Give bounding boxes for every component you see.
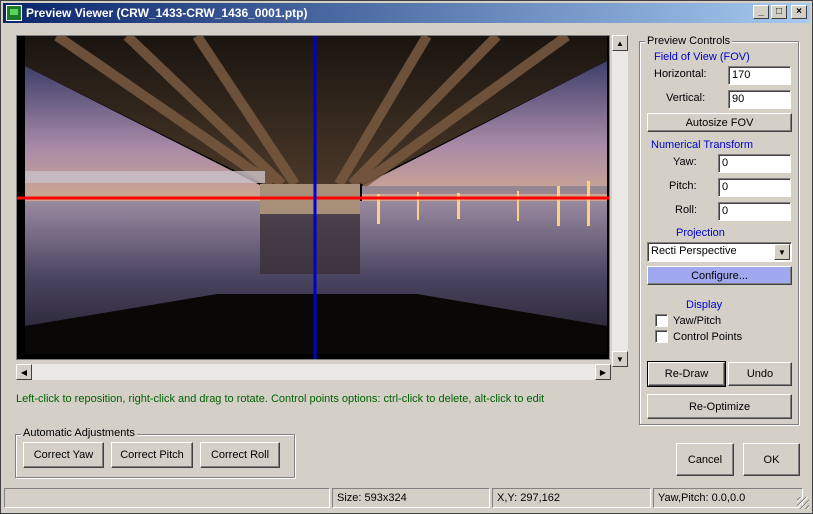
horizontal-label: Horizontal: (654, 68, 707, 80)
projection-select-value: Recti Perspective (651, 245, 737, 257)
projection-header: Projection (676, 227, 725, 239)
status-yawpitch: Yaw,Pitch: 0.0,0.0 (653, 488, 803, 508)
roll-input[interactable]: 0 (718, 202, 791, 221)
correct-roll-button[interactable]: Correct Roll (200, 442, 280, 468)
vertical-fov-input[interactable]: 90 (728, 90, 791, 109)
yawpitch-checkbox-label: Yaw/Pitch (673, 315, 722, 327)
control-points-checkbox-label: Control Points (673, 331, 743, 343)
ok-button[interactable]: OK (743, 443, 800, 476)
status-size: Size: 593x324 (332, 488, 490, 508)
maximize-button[interactable]: □ (771, 5, 787, 19)
numerical-transform-header: Numerical Transform (651, 139, 754, 151)
correct-yaw-button[interactable]: Correct Yaw (23, 442, 104, 468)
chevron-down-icon[interactable]: ▼ (774, 244, 790, 260)
projection-select[interactable]: Recti Perspective ▼ (647, 242, 792, 262)
app-icon (6, 5, 22, 21)
status-xy: X,Y: 297,162 (492, 488, 651, 508)
redraw-button[interactable]: Re-Draw (647, 361, 726, 387)
pitch-label: Pitch: (669, 180, 697, 192)
vertical-label: Vertical: (666, 92, 706, 104)
scroll-up-button[interactable]: ▲ (612, 35, 628, 51)
pitch-input[interactable]: 0 (718, 178, 791, 197)
yaw-label: Yaw: (673, 156, 697, 168)
status-pane-main (4, 488, 330, 508)
undo-button[interactable]: Undo (728, 362, 792, 386)
preview-canvas[interactable] (16, 35, 610, 360)
roll-label: Roll: (675, 204, 698, 216)
configure-button[interactable]: Configure... (647, 266, 792, 285)
scroll-left-button[interactable]: ◀ (16, 364, 32, 380)
status-bar: Size: 593x324 X,Y: 297,162 Yaw,Pitch: 0.… (4, 488, 810, 510)
display-header: Display (686, 299, 723, 311)
resize-grip-icon[interactable] (797, 497, 809, 509)
close-button[interactable]: × (791, 5, 807, 19)
yaw-input[interactable]: 0 (718, 154, 791, 173)
control-points-checkbox[interactable] (655, 330, 668, 343)
minimize-button[interactable]: _ (753, 5, 769, 19)
window-title: Preview Viewer (CRW_1433-CRW_1436_0001.p… (26, 6, 308, 20)
reoptimize-button[interactable]: Re-Optimize (647, 394, 792, 419)
automatic-adjustments-legend: Automatic Adjustments (21, 427, 137, 439)
correct-pitch-button[interactable]: Correct Pitch (111, 442, 193, 468)
preview-viewer-window: Preview Viewer (CRW_1433-CRW_1436_0001.p… (0, 0, 813, 514)
preview-controls-legend: Preview Controls (645, 35, 733, 47)
cancel-button[interactable]: Cancel (676, 443, 734, 476)
horizontal-fov-input[interactable]: 170 (728, 66, 791, 85)
yawpitch-checkbox[interactable] (655, 314, 668, 327)
title-bar[interactable]: Preview Viewer (CRW_1433-CRW_1436_0001.p… (3, 3, 810, 23)
scroll-down-button[interactable]: ▼ (612, 351, 628, 367)
autosize-fov-button[interactable]: Autosize FOV (647, 113, 792, 132)
vertical-scrollbar[interactable]: ▲ ▼ (612, 35, 628, 367)
fov-header: Field of View (FOV) (654, 51, 750, 63)
panorama-image (17, 36, 609, 359)
horizontal-scrollbar[interactable]: ◀ ▶ (16, 364, 611, 380)
scroll-right-button[interactable]: ▶ (595, 364, 611, 380)
instructions-text: Left-click to reposition, right-click an… (16, 393, 545, 405)
